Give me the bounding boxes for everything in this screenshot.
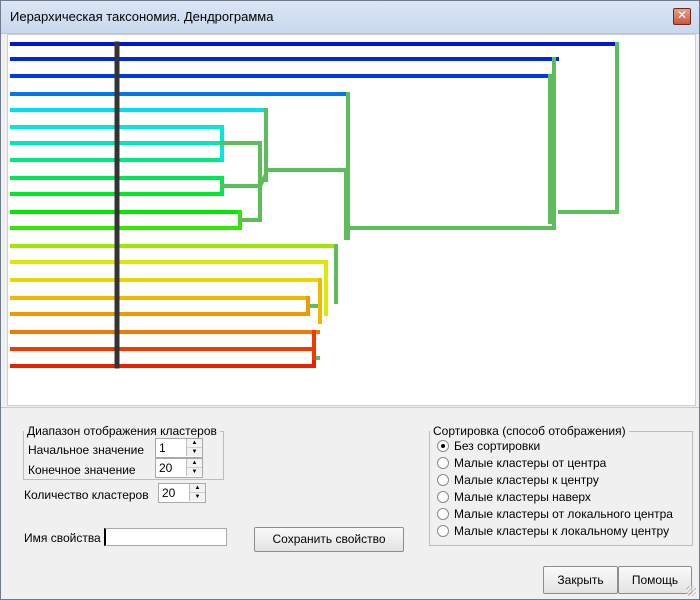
sort-option-radio[interactable] <box>437 440 449 452</box>
save-property-button[interactable]: Сохранить свойство <box>254 527 404 552</box>
sort-option-label[interactable]: Малые кластеры к центру <box>454 473 599 487</box>
sort-option-label[interactable]: Без сортировки <box>454 439 540 453</box>
start-value-stepper[interactable]: 1 ▲ ▼ <box>155 438 203 458</box>
sort-option-radio[interactable] <box>437 474 449 486</box>
cluster-count-label: Количество кластеров <box>24 488 149 502</box>
help-button[interactable]: Помощь <box>618 566 692 594</box>
range-group-legend: Диапазон отображения кластеров <box>27 424 217 438</box>
sort-option-radio[interactable] <box>437 457 449 469</box>
dendrogram-window: Иерархическая таксономия. Дендрограмма ✕… <box>0 0 700 600</box>
sort-group-legend: Сортировка (способ отображения) <box>433 424 626 438</box>
start-value-text: 1 <box>159 441 166 455</box>
cluster-count-down-button[interactable]: ▼ <box>189 493 205 501</box>
property-name-input[interactable] <box>104 528 227 546</box>
footer-bar: Закрыть Помощь <box>1 564 699 599</box>
cluster-count-up-button[interactable]: ▲ <box>189 484 205 493</box>
cluster-count-text: 20 <box>162 486 176 500</box>
title-bar: Иерархическая таксономия. Дендрограмма ✕ <box>1 1 699 34</box>
resize-grip[interactable] <box>686 586 696 596</box>
sort-option-label[interactable]: Малые кластеры наверх <box>454 490 591 504</box>
end-value-label: Конечное значение <box>28 463 136 477</box>
close-icon: ✕ <box>677 8 688 22</box>
start-value-up-button[interactable]: ▲ <box>186 439 202 448</box>
sort-option-label[interactable]: Малые кластеры к локальному центру <box>454 524 669 538</box>
end-value-down-button[interactable]: ▼ <box>186 468 202 476</box>
close-button[interactable]: Закрыть <box>543 566 618 594</box>
dendrogram-plot <box>7 34 696 406</box>
close-window-button[interactable]: ✕ <box>673 8 691 25</box>
end-value-stepper[interactable]: 20 ▲ ▼ <box>155 458 203 478</box>
dendrogram-svg <box>10 41 619 369</box>
sort-option-label[interactable]: Малые кластеры от локального центра <box>454 507 673 521</box>
end-value-up-button[interactable]: ▲ <box>186 459 202 468</box>
property-name-label: Имя свойства <box>24 531 101 545</box>
sort-option-radio[interactable] <box>437 491 449 503</box>
start-value-label: Начальное значение <box>28 443 145 457</box>
divider <box>1 407 699 408</box>
window-title: Иерархическая таксономия. Дендрограмма <box>10 9 274 24</box>
sort-option-label[interactable]: Малые кластеры от центра <box>454 456 606 470</box>
end-value-text: 20 <box>159 461 173 475</box>
cluster-count-stepper[interactable]: 20 ▲ ▼ <box>158 483 206 503</box>
sort-option-radio[interactable] <box>437 508 449 520</box>
sort-option-radio[interactable] <box>437 525 449 537</box>
start-value-down-button[interactable]: ▼ <box>186 448 202 456</box>
